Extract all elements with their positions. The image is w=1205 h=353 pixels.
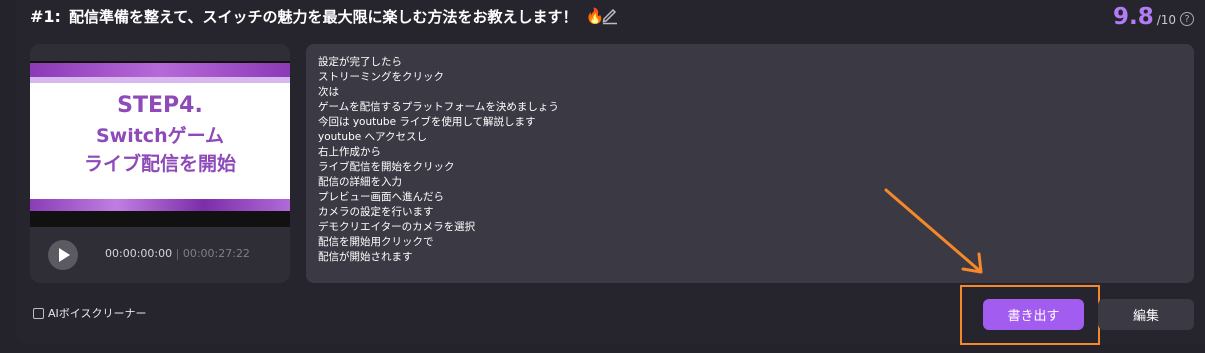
title-row: #1: 配信準備を整えて、スイッチの魅力を最大限に楽しむ方法をお教えします！ 🔥 xyxy=(30,4,604,28)
pencil-edit-icon[interactable] xyxy=(600,5,620,25)
score-max: /10 xyxy=(1156,13,1177,27)
play-button[interactable] xyxy=(48,240,78,270)
video-number: #1: xyxy=(30,6,61,26)
script-line: ストリーミングをクリック xyxy=(318,71,444,83)
script-line: 次は xyxy=(318,86,339,98)
script-line: 配信が開始されます xyxy=(318,251,413,263)
help-icon[interactable]: ? xyxy=(1180,12,1194,26)
thumbnail-bottom-stripe xyxy=(30,199,290,211)
script-line: カメラの設定を行います xyxy=(318,206,434,218)
script-line: デモクリエイターのカメラを選択 xyxy=(318,221,476,233)
thumbnail-line-2: Switchゲーム xyxy=(95,125,225,147)
time-display: 00:00:00:00 | 00:00:27:22 xyxy=(105,247,250,260)
export-button[interactable]: 書き出す xyxy=(983,299,1084,330)
video-player: STEP4. Switchゲーム ライブ配信を開始 00:00:00:00 | … xyxy=(30,44,290,283)
script-line: 今回は youtube ライブを使用して解説します xyxy=(318,116,536,128)
ai-voice-cleaner-label: AIボイスクリーナー xyxy=(48,307,147,320)
script-line: 配信の詳細を入力 xyxy=(318,176,402,188)
score-value: 9.8 xyxy=(1113,4,1154,30)
script-line: 配信を開始用クリックで xyxy=(318,236,434,248)
ai-voice-cleaner-option[interactable]: AIボイスクリーナー xyxy=(33,305,146,321)
score: 9.8 /10 xyxy=(1113,4,1176,30)
time-separator: | xyxy=(175,247,180,260)
script-line: ゲームを配信するプラットフォームを決めましょう xyxy=(318,101,559,113)
video-thumbnail[interactable]: STEP4. Switchゲーム ライブ配信を開始 xyxy=(30,61,290,227)
script-line: youtube へアクセスし xyxy=(318,131,428,143)
player-controls: 00:00:00:00 | 00:00:27:22 xyxy=(30,227,290,283)
edit-button[interactable]: 編集 xyxy=(1098,299,1194,330)
annotation-arrow-icon xyxy=(884,188,983,274)
ai-voice-cleaner-checkbox[interactable] xyxy=(33,307,44,319)
current-time: 00:00:00:00 xyxy=(105,247,173,260)
thumbnail-line-1: STEP4. xyxy=(117,93,203,118)
duration: 00:00:27:22 xyxy=(182,247,250,260)
thumbnail-top-stripe xyxy=(30,63,290,77)
script-line: ライブ配信を開始をクリック xyxy=(318,161,455,173)
script-line: プレビュー画面へ進んだら xyxy=(318,191,444,203)
script-line: 設定が完了したら xyxy=(318,56,402,68)
script-line: 右上作成から xyxy=(318,146,381,158)
script-textarea[interactable]: 設定が完了したら ストリーミングをクリック 次は ゲームを配信するプラットフォー… xyxy=(306,44,1194,283)
thumbnail-line-3: ライブ配信を開始 xyxy=(83,153,236,175)
video-title: 配信準備を整えて、スイッチの魅力を最大限に楽しむ方法をお教えします！ xyxy=(68,7,578,26)
